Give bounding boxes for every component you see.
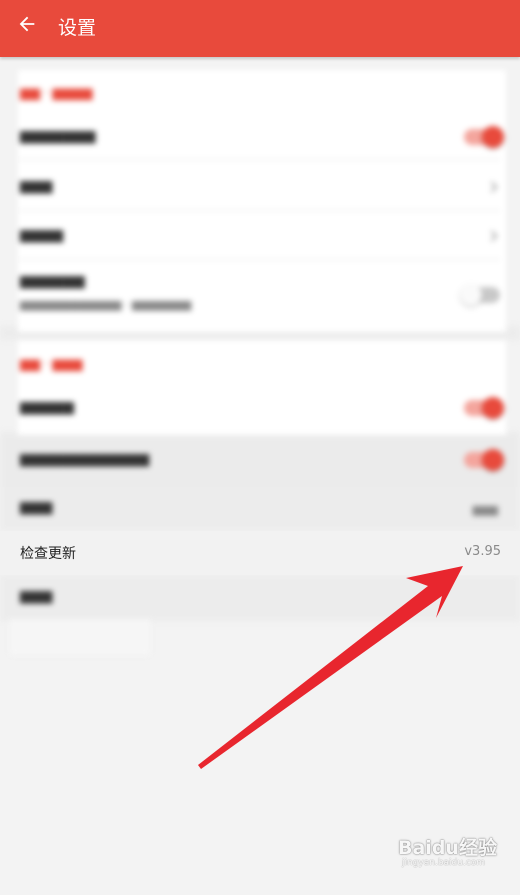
settings-row-label[interactable]: ▆▆▆ xyxy=(20,588,52,604)
divider xyxy=(20,159,500,160)
settings-group xyxy=(18,70,506,332)
page-title: 设置 xyxy=(58,17,97,39)
check-update-row[interactable]: 检查更新 v3.95 xyxy=(0,531,520,575)
app-bar: 设置 xyxy=(0,0,520,57)
version-value: v3.95 xyxy=(464,544,501,559)
settings-group xyxy=(18,340,506,435)
check-update-label: 检查更新 xyxy=(20,546,76,562)
settings-row-label[interactable]: ▆▆▆ xyxy=(20,178,52,194)
divider xyxy=(20,259,500,260)
toggle-switch[interactable] xyxy=(464,449,504,471)
toggle-switch[interactable] xyxy=(460,284,500,306)
section-title: ▆▆ · ▆▆▆▆ xyxy=(20,86,93,101)
settings-row-value: ▆▆▆ xyxy=(472,503,498,516)
toggle-switch[interactable] xyxy=(464,126,504,148)
settings-row-label[interactable]: ▆▆▆▆ xyxy=(20,227,63,243)
settings-row-label[interactable]: ▆▆▆▆▆ xyxy=(20,399,74,415)
watermark-url: jingyan.baidu.com xyxy=(402,858,486,868)
back-button[interactable] xyxy=(0,0,58,52)
settings-row-description: ▆▆▆▆▆▆▆▆▆▆▆▆ · ▆▆▆▆▆▆▆ xyxy=(20,298,192,311)
settings-row-label[interactable]: ▆▆▆ xyxy=(20,499,52,515)
settings-row[interactable] xyxy=(0,575,520,621)
settings-row-label[interactable]: ▆▆▆▆▆▆▆ xyxy=(20,128,95,144)
blurred-settings-content: ▆▆ · ▆▆▆▆ ▆▆▆▆▆▆▆ ▆▆▆ ▆▆▆▆ ▆▆▆▆▆▆ ▆▆▆▆▆▆… xyxy=(0,0,520,895)
settings-row-label[interactable]: ▆▆▆▆▆▆▆▆▆▆▆▆ xyxy=(20,451,149,467)
settings-row xyxy=(10,619,150,655)
divider xyxy=(20,210,500,211)
watermark-brand: Baidu经验 xyxy=(398,837,497,859)
toggle-switch[interactable] xyxy=(464,397,504,419)
settings-row-label[interactable]: ▆▆▆▆▆▆ xyxy=(20,273,85,289)
arrow-left-icon xyxy=(19,16,35,31)
settings-row[interactable] xyxy=(0,487,520,531)
section-title: ▆▆ · ▆▆▆ xyxy=(20,357,83,372)
baidu-watermark: Baidu经验 jingyan.baidu.com xyxy=(398,833,497,875)
